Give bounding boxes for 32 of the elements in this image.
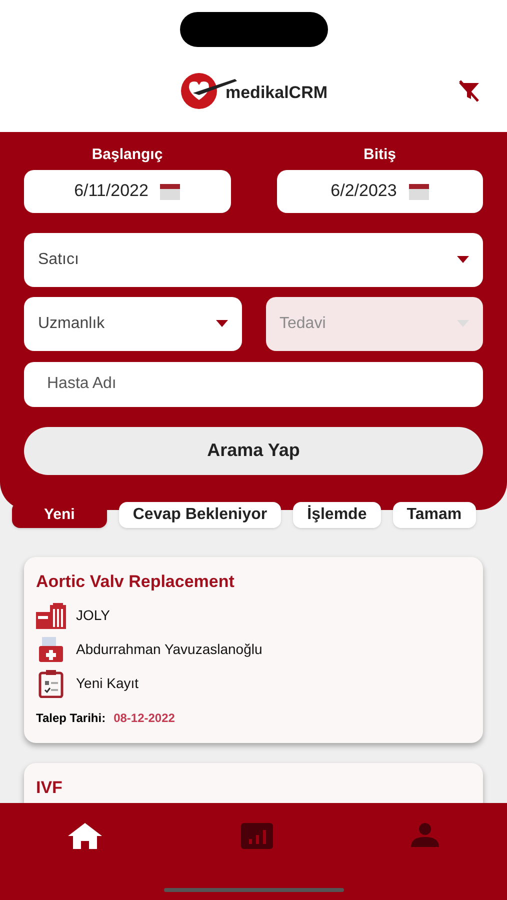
building-icon [36, 602, 66, 628]
status-tab[interactable]: Cevap Bekleniyor [118, 502, 282, 528]
caret-icon [457, 320, 469, 327]
card-hospital-text: JOLY [76, 606, 110, 625]
filter-off-icon[interactable] [457, 80, 481, 102]
home-icon[interactable] [68, 823, 102, 849]
end-date-field[interactable]: 6/2/2023 [276, 170, 483, 212]
request-date: 08-12-2022 [114, 710, 175, 726]
medical-folder-icon [37, 636, 65, 662]
caret-icon [457, 256, 469, 263]
card-patient-text: Abdurrahman Yavuzaslanoğlu [76, 640, 262, 659]
logo-text: medikalCRM [225, 82, 328, 104]
card-title: Aortic Valv Replacement [36, 571, 236, 593]
status-tab[interactable]: İşlemde [293, 502, 381, 528]
request-card[interactable]: Aortic Valv Replacement JOLY Abdurrahman Yavuzaslanoğlu Yeni Kayıt Talep Tarihi: 08-12-2022 [24, 557, 483, 742]
search-button[interactable]: Arama Yap [24, 426, 483, 474]
patient-name-field[interactable]: Hasta Adı [24, 362, 483, 406]
start-label: Başlangıç [92, 145, 163, 165]
start-date-field[interactable]: 6/11/2022 [24, 170, 230, 212]
end-label: Bitiş [363, 145, 396, 165]
status-tab[interactable]: Tamam [392, 502, 476, 528]
status-tab[interactable]: Yeni [12, 502, 107, 528]
specialty-dropdown[interactable]: Uzmanlık [24, 296, 242, 350]
calendar-icon [408, 182, 429, 200]
seller-dropdown[interactable]: Satıcı [24, 232, 483, 286]
clipboard-checklist-icon [38, 670, 64, 698]
card-title: IVF [36, 776, 64, 798]
calendar-icon [160, 182, 180, 200]
caret-icon [216, 320, 228, 327]
date-label: Talep Tarihi: [36, 710, 106, 726]
request-card[interactable]: IVF [24, 762, 483, 806]
card-status-text: Yeni Kayıt [76, 674, 139, 693]
